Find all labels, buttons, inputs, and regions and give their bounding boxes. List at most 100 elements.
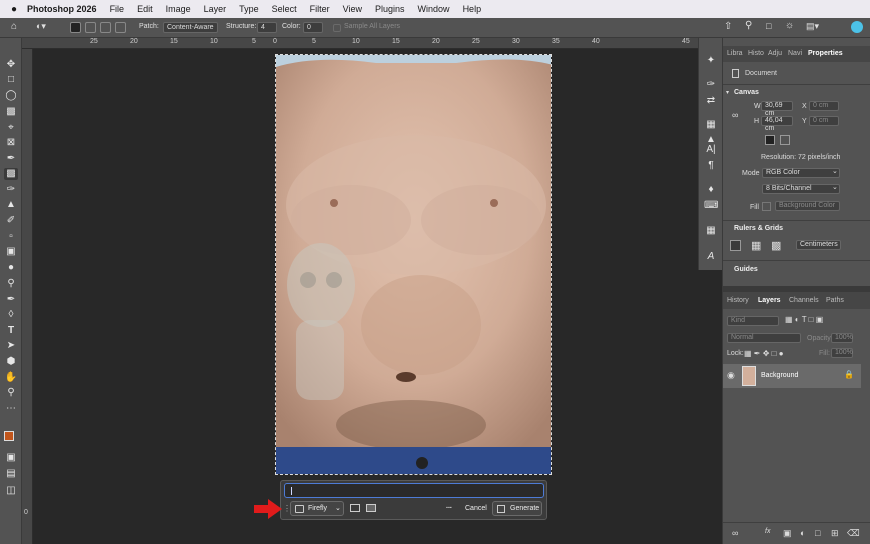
brush-tool-icon[interactable]: ✑ — [4, 184, 18, 196]
link-icon[interactable]: ∞ — [732, 110, 738, 120]
fill-opacity-field[interactable]: 100% — [831, 348, 853, 358]
menu-help[interactable]: Help — [463, 4, 482, 14]
cancel-button[interactable]: Cancel — [465, 505, 487, 512]
menu-edit[interactable]: Edit — [137, 4, 153, 14]
shape-tool-icon[interactable]: ⬢ — [4, 356, 18, 368]
menu-view[interactable]: View — [343, 4, 362, 14]
menu-app-name[interactable]: Photoshop 2026 — [27, 4, 97, 14]
filter-pixel-icon[interactable]: ▦ ◐ T □ ▣ — [785, 315, 823, 324]
add-selection-icon[interactable] — [85, 22, 96, 33]
search-icon[interactable]: ⚲ — [745, 20, 752, 31]
chat-icon[interactable]: □ — [766, 21, 771, 31]
tab-adjustments[interactable]: Adju — [768, 50, 782, 57]
menu-layer[interactable]: Layer — [204, 4, 227, 14]
lightbulb-icon[interactable]: ☼ — [785, 20, 794, 31]
properties-panel-icon[interactable]: ▦ — [704, 119, 718, 131]
glyphs-icon[interactable]: ⌨ — [704, 200, 718, 212]
grid-toggle-icon[interactable]: ▦ — [751, 239, 761, 252]
model-selector[interactable]: Firefly ⌄ — [290, 501, 344, 516]
opacity-field[interactable]: 100% — [831, 333, 853, 343]
move-tool-icon[interactable]: ✥ — [4, 59, 18, 71]
marquee-tool-icon[interactable]: □ — [4, 74, 18, 86]
object-select-tool-icon[interactable]: ▩ — [4, 106, 18, 118]
blur-tool-icon[interactable]: ● — [4, 262, 18, 274]
tab-layers[interactable]: Layers — [758, 297, 781, 304]
canvas-section-title[interactable]: Canvas — [734, 89, 759, 96]
share-icon[interactable]: ⇧ — [724, 21, 732, 32]
pen-tool-icon[interactable]: ✒ — [4, 294, 18, 306]
tab-paths[interactable]: Paths — [826, 297, 844, 304]
eyedropper-tool-icon[interactable]: ✒ — [4, 153, 18, 165]
clone-stamp-tool-icon[interactable]: ▲ — [4, 199, 18, 211]
guides-section-title[interactable]: Guides — [734, 266, 758, 273]
layer-kind-filter[interactable]: Kind — [727, 316, 779, 326]
x-field[interactable]: 0 cm — [809, 101, 839, 111]
patch-select[interactable]: Content-Aware — [163, 22, 218, 33]
path-select-tool-icon[interactable]: ➤ — [4, 340, 18, 352]
fill-select[interactable]: Background Color — [775, 201, 840, 211]
lock-options-icon[interactable]: ▦ ✒ ✥ □ ● — [744, 349, 784, 358]
guides-toggle-icon[interactable]: ▩ — [771, 239, 781, 252]
pen-anchor-tool-icon[interactable]: ◊ — [4, 309, 18, 321]
tab-history[interactable]: History — [727, 297, 749, 304]
sample-all-checkbox[interactable] — [333, 24, 341, 32]
shapes-icon[interactable]: ♦ — [704, 184, 718, 196]
profile-avatar[interactable] — [851, 21, 863, 33]
eye-icon[interactable]: ◉ — [727, 370, 735, 381]
height-field[interactable]: 46,04 cm — [761, 116, 793, 132]
new-selection-icon[interactable] — [70, 22, 81, 33]
menu-file[interactable]: File — [110, 4, 125, 14]
libraries-icon[interactable]: ✦ — [704, 55, 718, 67]
document-canvas[interactable] — [275, 54, 552, 475]
menu-window[interactable]: Window — [418, 4, 450, 14]
workspace-icon[interactable]: ▤▾ — [806, 21, 819, 32]
adjustments-icon[interactable]: ⇄ — [704, 95, 718, 107]
brush-settings-icon[interactable]: ✑ — [704, 79, 718, 91]
new-layer-icon[interactable]: ⊞ — [831, 528, 839, 539]
paragraph-icon[interactable]: ¶ — [704, 160, 718, 172]
tab-histogram[interactable]: Histo — [748, 50, 764, 57]
fill-swatch[interactable] — [762, 202, 771, 211]
group-icon[interactable]: □ — [815, 528, 820, 538]
mask-icon[interactable]: ▣ — [783, 528, 792, 539]
y-field[interactable]: 0 cm — [809, 116, 839, 126]
menu-image[interactable]: Image — [166, 4, 191, 14]
table-grid-icon[interactable]: ▦ — [704, 225, 718, 237]
menu-type[interactable]: Type — [239, 4, 259, 14]
width-field[interactable]: 30,69 cm — [761, 101, 793, 117]
screen-mode-icon[interactable]: ▤ — [4, 468, 18, 480]
link-layers-icon[interactable]: ∞ — [732, 528, 738, 538]
eraser-tool-icon[interactable]: ▫ — [4, 231, 18, 243]
units-select[interactable]: Centimeters — [796, 240, 841, 250]
trash-icon[interactable]: ⌫ — [847, 528, 860, 539]
adjustment-layer-icon[interactable]: ◐ — [800, 528, 805, 538]
fx-icon[interactable]: fx — [765, 528, 770, 535]
bit-depth-select[interactable]: 8 Bits/Channel — [762, 184, 840, 194]
zoom-tool-icon[interactable]: ⚲ — [4, 387, 18, 399]
tab-channels[interactable]: Channels — [789, 297, 819, 304]
tab-libraries[interactable]: Libra — [727, 50, 743, 57]
type-tool-icon[interactable]: T — [4, 325, 18, 337]
menu-select[interactable]: Select — [272, 4, 297, 14]
structure-field[interactable]: 4 — [257, 22, 277, 33]
apple-icon[interactable]: ● — [11, 4, 17, 15]
quick-mask-icon[interactable]: ▣ — [4, 452, 18, 464]
mode-select[interactable]: RGB Color — [762, 168, 840, 178]
type-style-icon[interactable]: A — [704, 251, 718, 263]
crop-tool-icon[interactable]: ⌖ — [4, 122, 18, 134]
lasso-tool-icon[interactable]: ◯ — [4, 90, 18, 102]
style-image-icon[interactable] — [366, 504, 376, 512]
tab-navigator[interactable]: Navi — [788, 50, 802, 57]
healing-brush-tool-icon[interactable]: ▩ — [4, 168, 18, 180]
reference-image-icon[interactable] — [350, 504, 360, 512]
portrait-orientation-icon[interactable] — [765, 135, 775, 145]
generate-button[interactable]: Generate — [492, 501, 542, 516]
foreground-color-swatch[interactable] — [4, 431, 14, 441]
gradient-tool-icon[interactable]: ▣ — [4, 246, 18, 258]
color-field[interactable]: 0 — [303, 22, 323, 33]
history-brush-tool-icon[interactable]: ✐ — [4, 215, 18, 227]
frame-tool-icon[interactable]: ⊠ — [4, 137, 18, 149]
ruler-toggle-icon[interactable] — [730, 240, 741, 251]
rulers-grids-section-title[interactable]: Rulers & Grids — [734, 225, 783, 232]
dodge-tool-icon[interactable]: ⚲ — [4, 278, 18, 290]
